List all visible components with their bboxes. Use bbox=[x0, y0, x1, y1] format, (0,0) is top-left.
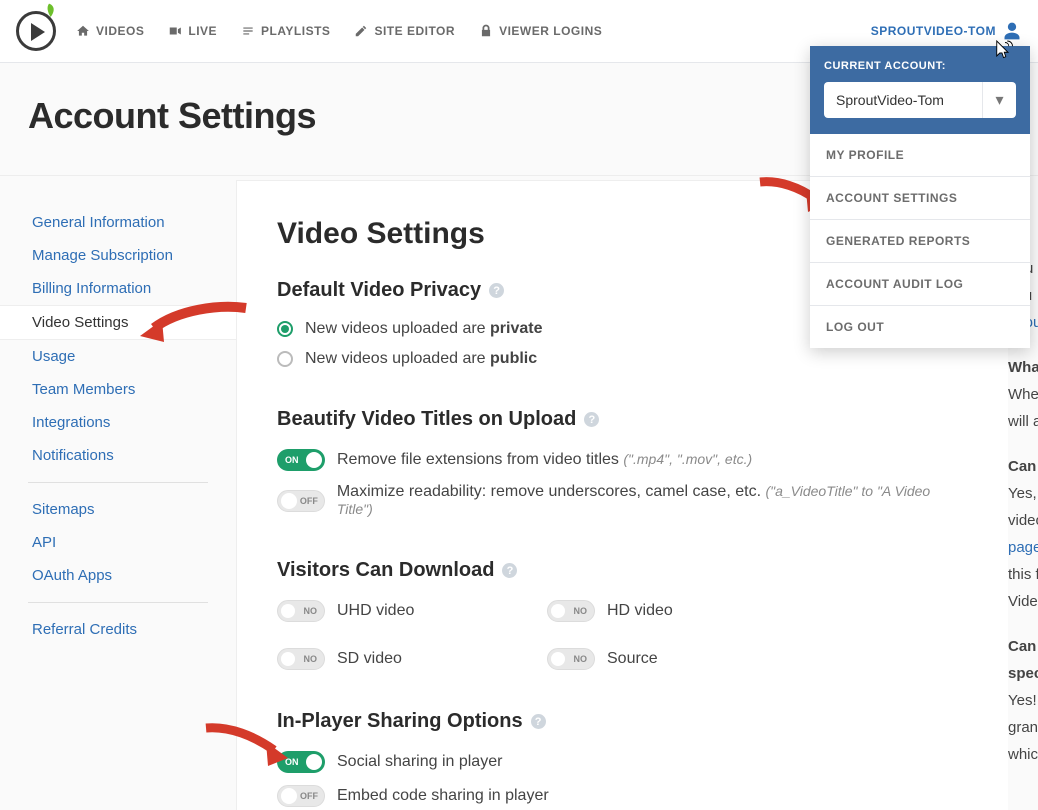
list-icon bbox=[241, 24, 255, 38]
download-sd: NO SD video bbox=[277, 642, 527, 676]
radio-icon[interactable] bbox=[277, 351, 293, 367]
account-name: SPROUTVIDEO-TOM bbox=[871, 24, 996, 38]
nav-site-editor[interactable]: SITE EDITOR bbox=[354, 24, 455, 38]
sidebar-item-subscription[interactable]: Manage Subscription bbox=[0, 239, 236, 272]
nav-label: SITE EDITOR bbox=[374, 24, 455, 38]
download-hd: NO HD video bbox=[547, 594, 797, 628]
toggle-no[interactable]: NO bbox=[277, 600, 325, 622]
cursor-icon bbox=[990, 38, 1014, 62]
pencil-icon bbox=[354, 24, 368, 38]
text: Can I bbox=[1008, 458, 1038, 475]
sidebar-item-billing[interactable]: Billing Information bbox=[0, 272, 236, 305]
toggle-off[interactable]: OFF bbox=[277, 785, 325, 807]
toggle-off[interactable]: OFF bbox=[277, 490, 325, 512]
toggle-label: Source bbox=[607, 650, 658, 668]
radio-label: New videos uploaded are private bbox=[305, 320, 542, 338]
sidebar-item-video-settings[interactable]: Video Settings bbox=[0, 305, 236, 340]
sidebar-item-referral[interactable]: Referral Credits bbox=[0, 613, 236, 646]
sidebar-item-api[interactable]: API bbox=[0, 526, 236, 559]
sidebar-item-sitemaps[interactable]: Sitemaps bbox=[0, 493, 236, 526]
nav-label: VIDEOS bbox=[96, 24, 144, 38]
help-icon[interactable]: ? bbox=[584, 412, 599, 427]
divider bbox=[28, 482, 208, 483]
nav-label: LIVE bbox=[188, 24, 217, 38]
account-select[interactable]: SproutVideo-Tom ▾ bbox=[824, 82, 1016, 118]
account-dropdown: CURRENT ACCOUNT: SproutVideo-Tom ▾ MY PR… bbox=[810, 46, 1030, 348]
help-icon[interactable]: ? bbox=[502, 563, 517, 578]
toggle-label: Remove file extensions from video titles… bbox=[337, 451, 752, 469]
toggle-label: HD video bbox=[607, 602, 673, 620]
section-heading: Beautify Video Titles on Upload bbox=[277, 408, 576, 431]
section-sharing: In-Player Sharing Options? ON Social sha… bbox=[277, 710, 968, 810]
video-icon bbox=[168, 24, 182, 38]
section-download: Visitors Can Download? NO UHD video NO H… bbox=[277, 559, 968, 676]
sidebar-item-general[interactable]: General Information bbox=[0, 206, 236, 239]
section-beautify: Beautify Video Titles on Upload? ON Remo… bbox=[277, 408, 968, 525]
text: What bbox=[1008, 359, 1038, 376]
beautify-ext-row: ON Remove file extensions from video tit… bbox=[277, 443, 968, 477]
download-source: NO Source bbox=[547, 642, 797, 676]
toggle-no[interactable]: NO bbox=[277, 648, 325, 670]
sidebar: General Information Manage Subscription … bbox=[0, 176, 236, 646]
text: spec bbox=[1008, 665, 1038, 682]
text: this f bbox=[1008, 566, 1038, 583]
download-uhd: NO UHD video bbox=[277, 594, 527, 628]
chevron-down-icon: ▾ bbox=[982, 82, 1016, 118]
sharing-social-row: ON Social sharing in player bbox=[277, 745, 968, 779]
text: video bbox=[1008, 512, 1038, 529]
dropdown-account-settings[interactable]: ACCOUNT SETTINGS bbox=[810, 177, 1030, 220]
toggle-label: SD video bbox=[337, 650, 402, 668]
nav-label: PLAYLISTS bbox=[261, 24, 330, 38]
text: Yes! Y bbox=[1008, 692, 1038, 709]
leaf-icon bbox=[39, 2, 59, 22]
nav-label: VIEWER LOGINS bbox=[499, 24, 602, 38]
logo[interactable] bbox=[16, 11, 56, 51]
radio-checked-icon[interactable] bbox=[277, 321, 293, 337]
text: Yes, e bbox=[1008, 485, 1038, 502]
current-account-label: CURRENT ACCOUNT: bbox=[824, 60, 1016, 72]
text: Wher bbox=[1008, 386, 1038, 403]
dropdown-my-profile[interactable]: MY PROFILE bbox=[810, 134, 1030, 177]
sidebar-item-integrations[interactable]: Integrations bbox=[0, 406, 236, 439]
privacy-public-row[interactable]: New videos uploaded are public bbox=[277, 344, 968, 374]
beautify-readability-row: OFF Maximize readability: remove undersc… bbox=[277, 477, 968, 525]
toggle-label: Social sharing in player bbox=[337, 753, 502, 771]
sharing-embed-row: OFF Embed code sharing in player bbox=[277, 779, 968, 810]
section-heading: Visitors Can Download bbox=[277, 559, 494, 582]
nav-items: VIDEOS LIVE PLAYLISTS SITE EDITOR VIEWER… bbox=[76, 24, 602, 38]
link[interactable]: page. bbox=[1008, 539, 1038, 556]
toggle-label: Maximize readability: remove underscores… bbox=[337, 483, 968, 519]
toggle-on[interactable]: ON bbox=[277, 449, 325, 471]
dropdown-audit-log[interactable]: ACCOUNT AUDIT LOG bbox=[810, 263, 1030, 306]
text: Video bbox=[1008, 593, 1038, 610]
nav-viewer-logins[interactable]: VIEWER LOGINS bbox=[479, 24, 602, 38]
home-icon bbox=[76, 24, 90, 38]
account-select-value: SproutVideo-Tom bbox=[824, 82, 982, 118]
section-heading: In-Player Sharing Options bbox=[277, 710, 523, 733]
nav-videos[interactable]: VIDEOS bbox=[76, 24, 144, 38]
lock-icon bbox=[479, 24, 493, 38]
help-icon[interactable]: ? bbox=[489, 283, 504, 298]
text: Can I bbox=[1008, 638, 1038, 655]
section-heading: Default Video Privacy bbox=[277, 279, 481, 302]
toggle-label: Embed code sharing in player bbox=[337, 787, 549, 805]
sidebar-item-team[interactable]: Team Members bbox=[0, 373, 236, 406]
toggle-no[interactable]: NO bbox=[547, 648, 595, 670]
text: grant bbox=[1008, 719, 1038, 736]
dropdown-log-out[interactable]: LOG OUT bbox=[810, 306, 1030, 348]
sidebar-item-notifications[interactable]: Notifications bbox=[0, 439, 236, 472]
help-icon[interactable]: ? bbox=[531, 714, 546, 729]
radio-label: New videos uploaded are public bbox=[305, 350, 537, 368]
text: which bbox=[1008, 746, 1038, 763]
toggle-no[interactable]: NO bbox=[547, 600, 595, 622]
toggle-on[interactable]: ON bbox=[277, 751, 325, 773]
sidebar-item-oauth[interactable]: OAuth Apps bbox=[0, 559, 236, 592]
divider bbox=[28, 602, 208, 603]
nav-playlists[interactable]: PLAYLISTS bbox=[241, 24, 330, 38]
toggle-label: UHD video bbox=[337, 602, 414, 620]
text: will a bbox=[1008, 413, 1038, 430]
dropdown-generated-reports[interactable]: GENERATED REPORTS bbox=[810, 220, 1030, 263]
sidebar-item-usage[interactable]: Usage bbox=[0, 340, 236, 373]
nav-live[interactable]: LIVE bbox=[168, 24, 217, 38]
